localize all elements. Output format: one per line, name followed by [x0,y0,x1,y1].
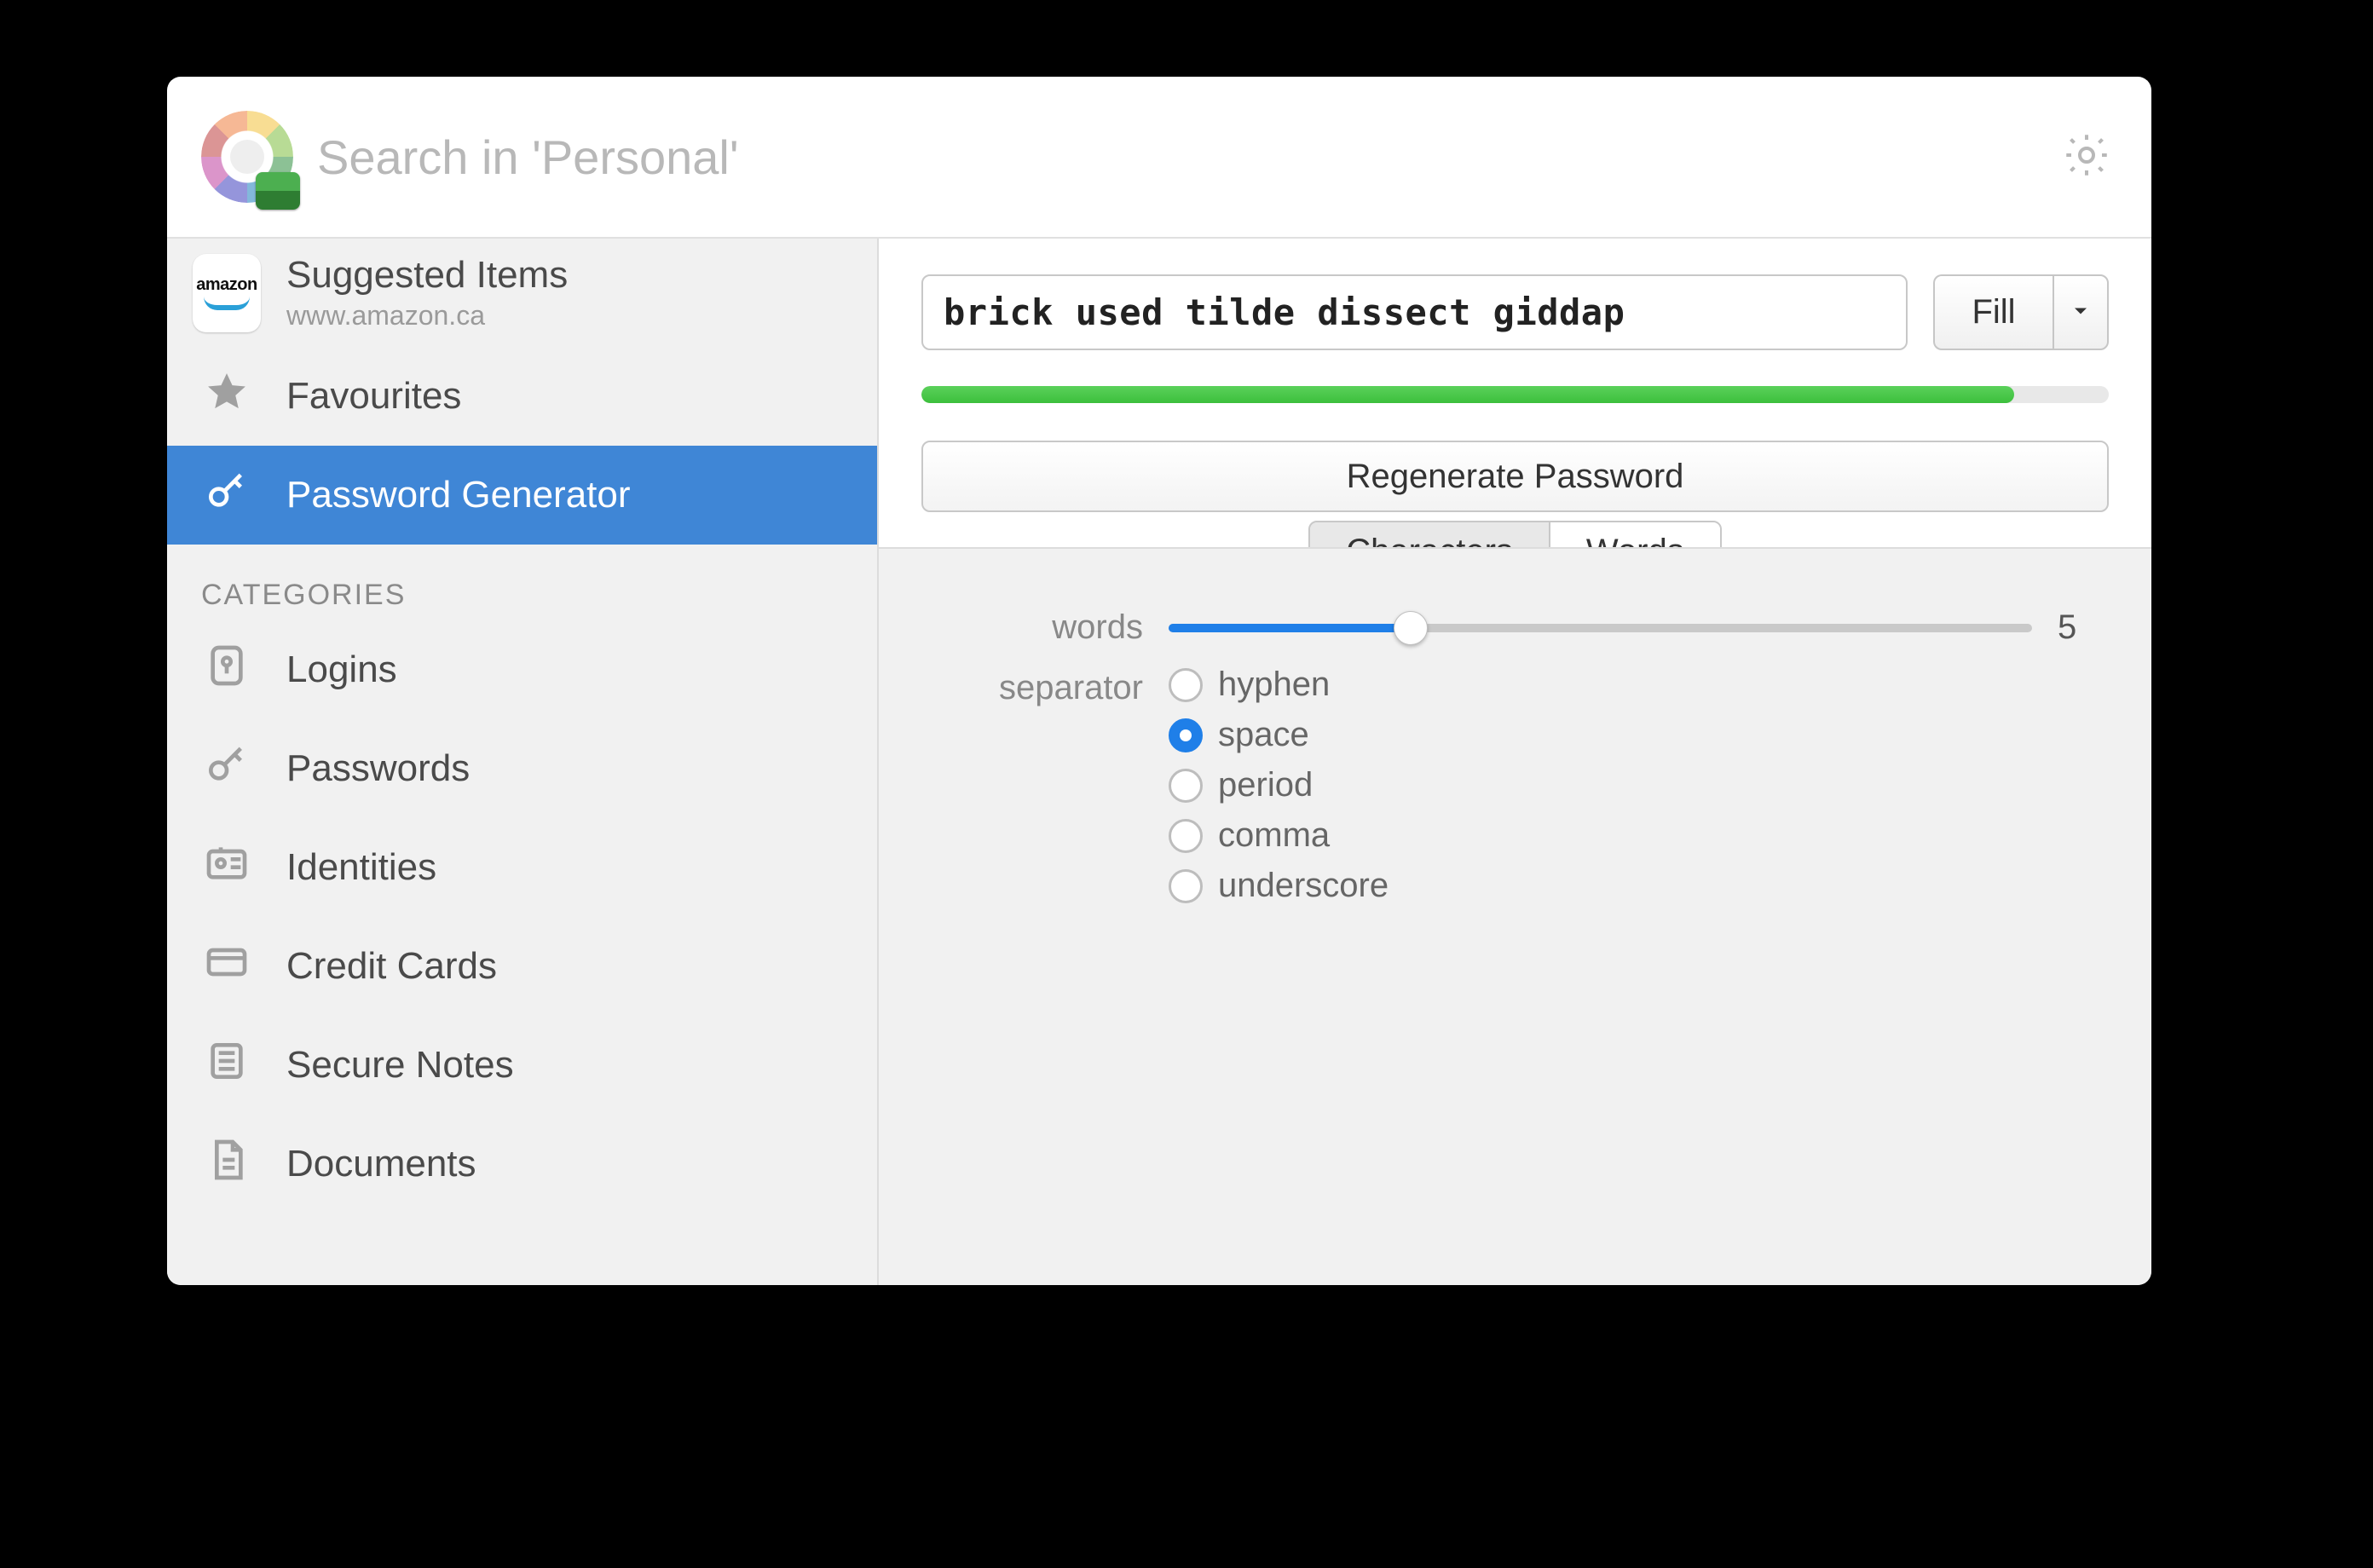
sidebar-item-secure-notes[interactable]: Secure Notes [167,1016,877,1115]
main-panel: Fill Regenerate Password [879,239,2151,1285]
separator-option-space[interactable]: space [1169,716,1389,754]
credit-card-icon [203,938,251,995]
key-icon [203,741,251,798]
settings-button[interactable] [2056,126,2117,187]
separator-option-comma[interactable]: comma [1169,816,1389,855]
fill-menu-button[interactable] [2053,274,2109,350]
sidebar-item-label: Password Generator [286,474,631,516]
sidebar-item-label: Secure Notes [286,1044,514,1087]
chevron-down-icon [2069,293,2093,331]
vault-icon [201,111,293,203]
star-icon [203,368,251,425]
separator-options: hyphen space period [1169,666,1389,905]
search-input[interactable] [317,130,2032,185]
sidebar-item-label: Logins [286,649,397,691]
document-icon [203,1136,251,1193]
sidebar-heading-categories: CATEGORIES [167,545,877,620]
sidebar-item-label: Credit Cards [286,945,497,988]
radio-icon [1169,668,1203,702]
sidebar-item-label: Suggested Items [286,254,568,297]
sidebar-item-passwords[interactable]: Passwords [167,719,877,818]
sidebar-item-identities[interactable]: Identities [167,818,877,917]
radio-label: period [1218,766,1313,804]
app-window: amazon Suggested Items www.amazon.ca [167,77,2151,1285]
words-slider[interactable] [1169,611,2032,645]
radio-icon [1169,869,1203,903]
key-icon [203,467,251,524]
sidebar-item-documents[interactable]: Documents [167,1115,877,1213]
separator-option-underscore[interactable]: underscore [1169,867,1389,905]
generator-options: words 5 separator hyp [879,547,2151,1285]
radio-label: space [1218,716,1309,754]
amazon-icon: amazon [193,254,261,332]
regenerate-password-button[interactable]: Regenerate Password [921,441,2109,512]
sidebar-item-favourites[interactable]: Favourites [167,347,877,446]
fill-button[interactable]: Fill [1933,274,2053,350]
sidebar-item-suggested[interactable]: amazon Suggested Items www.amazon.ca [167,239,877,347]
gear-icon [2061,130,2112,185]
id-card-icon [203,839,251,896]
header-bar [167,77,2151,239]
separator-label: separator [921,666,1143,707]
fill-button-group: Fill [1933,274,2109,350]
keyhole-icon [203,642,251,699]
radio-icon [1169,819,1203,853]
sidebar-item-label: Passwords [286,747,470,790]
generated-password-field[interactable] [921,274,1908,350]
sidebar-item-logins[interactable]: Logins [167,620,877,719]
sidebar-item-label: Documents [286,1143,476,1185]
sidebar-item-label: Identities [286,846,436,889]
words-slider-value: 5 [2058,608,2109,647]
sidebar-item-label: Favourites [286,375,461,418]
radio-label: underscore [1218,867,1389,905]
password-strength-meter [921,386,2109,403]
sidebar: amazon Suggested Items www.amazon.ca [167,239,879,1285]
separator-option-hyphen[interactable]: hyphen [1169,666,1389,704]
sidebar-item-credit-cards[interactable]: Credit Cards [167,917,877,1016]
separator-option-period[interactable]: period [1169,766,1389,804]
radio-icon [1169,718,1203,752]
radio-label: hyphen [1218,666,1330,704]
sidebar-item-subtitle: www.amazon.ca [286,300,568,331]
note-icon [203,1037,251,1094]
sidebar-item-password-generator[interactable]: Password Generator [167,446,877,545]
words-slider-label: words [921,608,1143,647]
radio-label: comma [1218,816,1330,855]
radio-icon [1169,769,1203,803]
